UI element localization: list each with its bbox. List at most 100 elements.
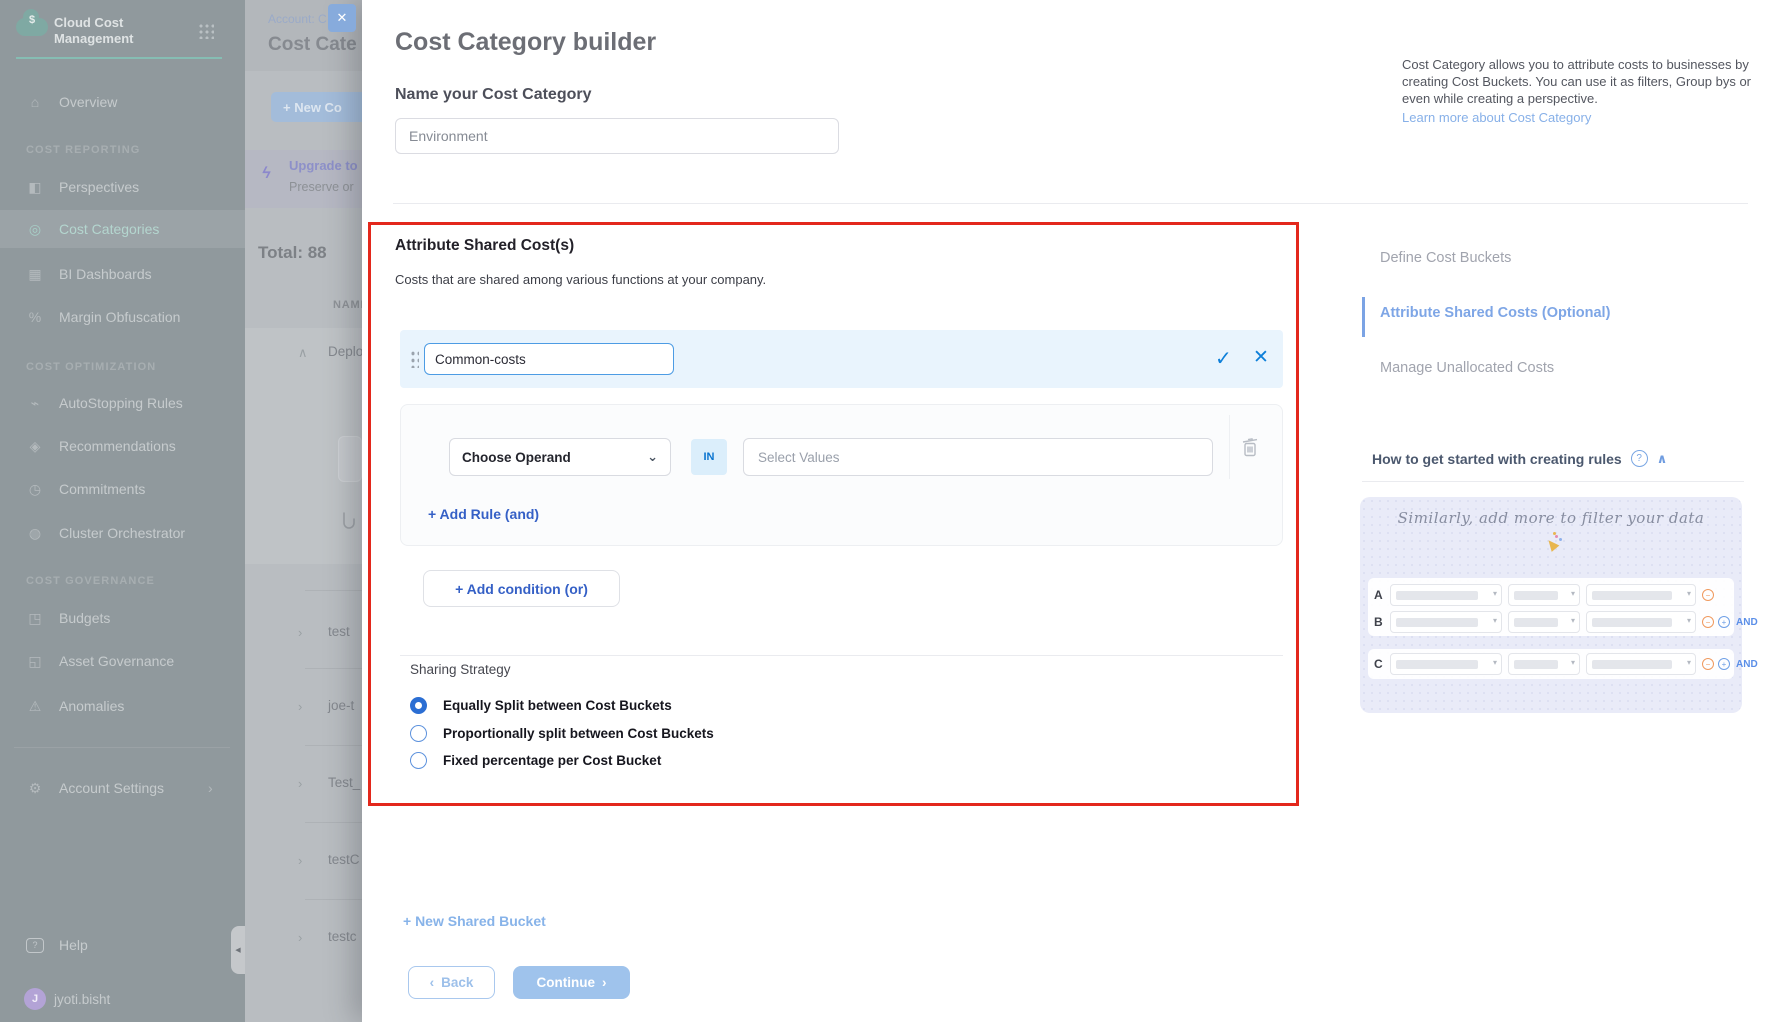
- new-cost-category-button[interactable]: + New Co: [271, 92, 362, 122]
- sidebar-item-anomalies[interactable]: ⚠ Anomalies: [0, 691, 245, 721]
- radio-option-proportional-split[interactable]: Proportionally split between Cost Bucket…: [410, 722, 714, 744]
- sidebar-item-help[interactable]: ? Help: [0, 930, 245, 960]
- illustration-card: A − B − + AND: [1368, 578, 1734, 636]
- avatar[interactable]: J: [24, 988, 46, 1010]
- table-row[interactable]: › Test_: [245, 774, 362, 794]
- help-icon: ?: [26, 938, 44, 953]
- radio-option-fixed-percentage[interactable]: Fixed percentage per Cost Bucket: [410, 749, 661, 771]
- table-row[interactable]: › joe-t: [245, 697, 362, 717]
- radio-option-equal-split[interactable]: Equally Split between Cost Buckets: [410, 694, 672, 716]
- bucket-name-input[interactable]: Common-costs: [424, 343, 674, 375]
- question-icon[interactable]: ?: [1631, 450, 1648, 467]
- module-grid-icon[interactable]: [198, 23, 214, 39]
- button-label: + Add condition (or): [455, 581, 588, 597]
- row-label: testc: [328, 929, 357, 944]
- step-define-cost-buckets[interactable]: Define Cost Buckets: [1380, 250, 1511, 266]
- section-label-cost-reporting: COST REPORTING: [26, 144, 140, 156]
- sidebar-item-asset-governance[interactable]: ◱ Asset Governance: [0, 646, 245, 676]
- chevron-up-icon: ∧: [298, 345, 308, 361]
- drag-handle-icon[interactable]: [410, 350, 419, 368]
- row-label: testC: [328, 852, 360, 867]
- close-icon: ✕: [337, 10, 348, 26]
- radio-icon: [410, 725, 427, 742]
- step-manage-unallocated-costs[interactable]: Manage Unallocated Costs: [1380, 360, 1554, 376]
- background-page: Account: C Cost Cate + New Co ϟ Upgrade …: [245, 0, 362, 1022]
- placeholder-dropdown: [1390, 611, 1502, 633]
- row-label: A: [1374, 588, 1384, 602]
- learn-more-link[interactable]: Learn more about Cost Category: [1402, 109, 1754, 126]
- section-divider: [393, 203, 1748, 204]
- sidebar-item-cluster-orchestrator[interactable]: ◍ Cluster Orchestrator: [0, 518, 245, 548]
- operand-select[interactable]: Choose Operand ⌄: [449, 438, 671, 476]
- continue-button[interactable]: Continue ›: [513, 966, 630, 999]
- sidebar-item-budgets[interactable]: ◳ Budgets: [0, 603, 245, 633]
- remove-bucket-button[interactable]: ✕: [1253, 346, 1269, 369]
- upgrade-subtitle: Preserve or: [289, 180, 354, 194]
- chevron-right-icon: ›: [298, 699, 302, 714]
- asset-governance-icon: ◱: [26, 653, 44, 670]
- rule-card: Choose Operand ⌄ IN Select Values + Add …: [400, 404, 1283, 546]
- row-label: test: [328, 624, 350, 639]
- sidebar-divider: [14, 747, 230, 748]
- radio-label: Proportionally split between Cost Bucket…: [443, 726, 714, 741]
- sidebar-collapse-toggle[interactable]: ◀: [231, 926, 245, 974]
- sidebar-item-cost-categories[interactable]: ◎ Cost Categories: [0, 210, 245, 248]
- trash-icon[interactable]: [1241, 437, 1259, 458]
- sidebar-item-bi-dashboards[interactable]: ▦ BI Dashboards: [0, 259, 245, 289]
- sidebar-item-label: Account Settings: [59, 780, 164, 796]
- collapse-left-icon: ◀: [235, 946, 240, 954]
- total-count: Total: 88: [258, 243, 327, 263]
- background-page-title: Cost Cate: [268, 34, 357, 56]
- upgrade-banner: ϟ Upgrade to Preserve or: [245, 150, 362, 208]
- cost-category-name-input[interactable]: Environment: [395, 118, 839, 154]
- table-row[interactable]: › testc: [245, 928, 362, 948]
- sidebar-item-label: Commitments: [59, 481, 145, 497]
- help-section-header[interactable]: How to get started with creating rules ?…: [1372, 450, 1667, 467]
- hidden-input-fragment: [338, 436, 362, 482]
- row-label: B: [1374, 615, 1384, 629]
- row-divider: [305, 745, 362, 746]
- row-divider: [305, 590, 362, 591]
- chevron-up-icon[interactable]: ∧: [1657, 451, 1668, 467]
- sidebar-item-label: Asset Governance: [59, 653, 174, 669]
- help-section-title: How to get started with creating rules: [1372, 451, 1622, 467]
- values-select-input[interactable]: Select Values: [743, 438, 1213, 476]
- sidebar-item-margin-obfuscation[interactable]: % Margin Obfuscation: [0, 302, 245, 332]
- sidebar-item-autostopping-rules[interactable]: ⌁ AutoStopping Rules: [0, 388, 245, 418]
- table-row[interactable]: › test: [245, 623, 362, 643]
- sidebar-item-overview[interactable]: ⌂ Overview: [0, 87, 245, 117]
- back-button[interactable]: ‹ Back: [408, 966, 495, 999]
- chevron-right-icon: ›: [298, 625, 302, 640]
- chevron-right-icon: ›: [298, 776, 302, 791]
- sidebar-item-perspectives[interactable]: ◧ Perspectives: [0, 172, 245, 202]
- table-row[interactable]: ∧ Deplo: [245, 343, 362, 363]
- cost-category-builder-drawer: Cost Category builder Name your Cost Cat…: [362, 0, 1778, 1022]
- add-rule-button[interactable]: + Add Rule (and): [428, 506, 539, 522]
- add-condition-button[interactable]: + Add condition (or): [423, 570, 620, 607]
- chevron-right-icon: ›: [298, 930, 302, 945]
- new-shared-bucket-button[interactable]: + New Shared Bucket: [403, 913, 546, 929]
- sidebar-item-recommendations[interactable]: ◈ Recommendations: [0, 431, 245, 461]
- step-attribute-shared-costs[interactable]: Attribute Shared Costs (Optional): [1380, 305, 1610, 321]
- anomalies-icon: ⚠: [26, 698, 44, 715]
- input-value: Environment: [409, 128, 488, 144]
- sidebar-item-label: Overview: [59, 94, 117, 110]
- cost-categories-icon: ◎: [26, 221, 44, 238]
- help-divider: [1362, 481, 1744, 482]
- shared-costs-description: Costs that are shared among various func…: [395, 272, 766, 287]
- sharing-strategy-label: Sharing Strategy: [410, 662, 511, 677]
- button-label: + New Co: [283, 100, 342, 115]
- and-label: AND: [1736, 659, 1758, 670]
- remove-rule-icon: −: [1702, 589, 1714, 601]
- dollar-icon: $: [16, 14, 48, 26]
- operator-badge[interactable]: IN: [691, 439, 727, 475]
- party-popper-icon: [1545, 535, 1561, 551]
- confirm-bucket-button[interactable]: ✓: [1215, 346, 1232, 371]
- placeholder-dropdown: [1508, 584, 1580, 606]
- illustration-rule-row: A −: [1374, 584, 1714, 606]
- sidebar-item-account-settings[interactable]: ⚙ Account Settings ›: [0, 773, 245, 803]
- table-row[interactable]: › testC: [245, 851, 362, 871]
- placeholder-dropdown: [1390, 653, 1502, 675]
- drawer-close-button[interactable]: ✕: [328, 4, 356, 32]
- sidebar-item-commitments[interactable]: ◷ Commitments: [0, 474, 245, 504]
